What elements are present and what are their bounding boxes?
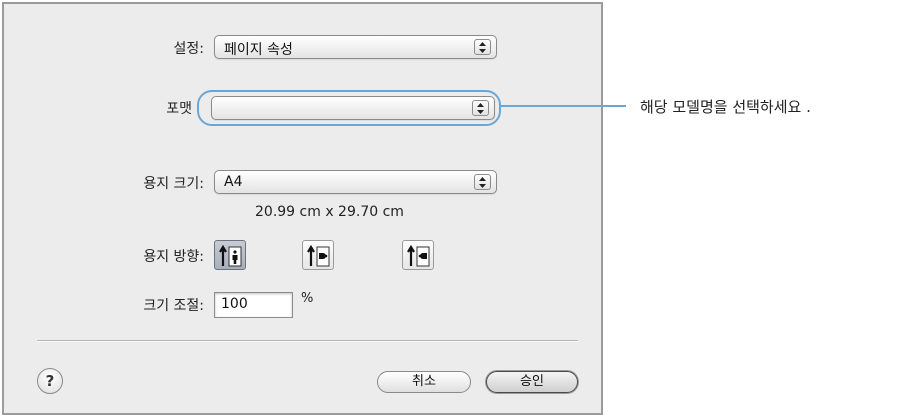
scale-label: 크기 조절: [143,298,204,314]
landscape-right-orientation-button[interactable] [402,240,434,270]
portrait-orientation-button[interactable] [214,240,246,270]
landscape-left-orientation-button[interactable] [302,240,334,270]
help-button[interactable]: ? [37,368,63,394]
page-setup-dialog: 설정: 페이지 속성 포맷 용지 크기: A4 20.99 cm x 29.70… [2,2,603,415]
scale-unit-label: % [301,291,314,306]
up-down-arrows-icon [474,174,491,190]
callout-line [499,105,626,107]
paper-dimensions-text: 20.99 cm x 29.70 cm [255,204,404,220]
scale-input[interactable]: 100 [214,292,293,318]
cancel-button[interactable]: 취소 [377,371,471,393]
ok-button[interactable]: 승인 [486,371,578,393]
paper-size-popup-value: A4 [224,174,243,190]
settings-label: 설정: [173,41,204,57]
portrait-orientation-icon [219,244,242,267]
orientation-label: 용지 방향: [143,249,204,265]
format-popup[interactable] [211,96,495,120]
paper-size-label: 용지 크기: [143,176,204,192]
landscape-left-orientation-icon [307,244,330,267]
settings-popup-value: 페이지 속성 [224,42,293,58]
up-down-arrows-icon [474,39,491,55]
separator [37,340,578,342]
up-down-arrows-icon [472,100,489,116]
paper-size-popup[interactable]: A4 [214,170,497,194]
landscape-right-orientation-icon [407,244,430,267]
callout-text: 해당 모델명을 선택하세요 . [640,98,811,116]
format-label: 포맷 [166,101,192,117]
settings-popup[interactable]: 페이지 속성 [214,35,497,59]
